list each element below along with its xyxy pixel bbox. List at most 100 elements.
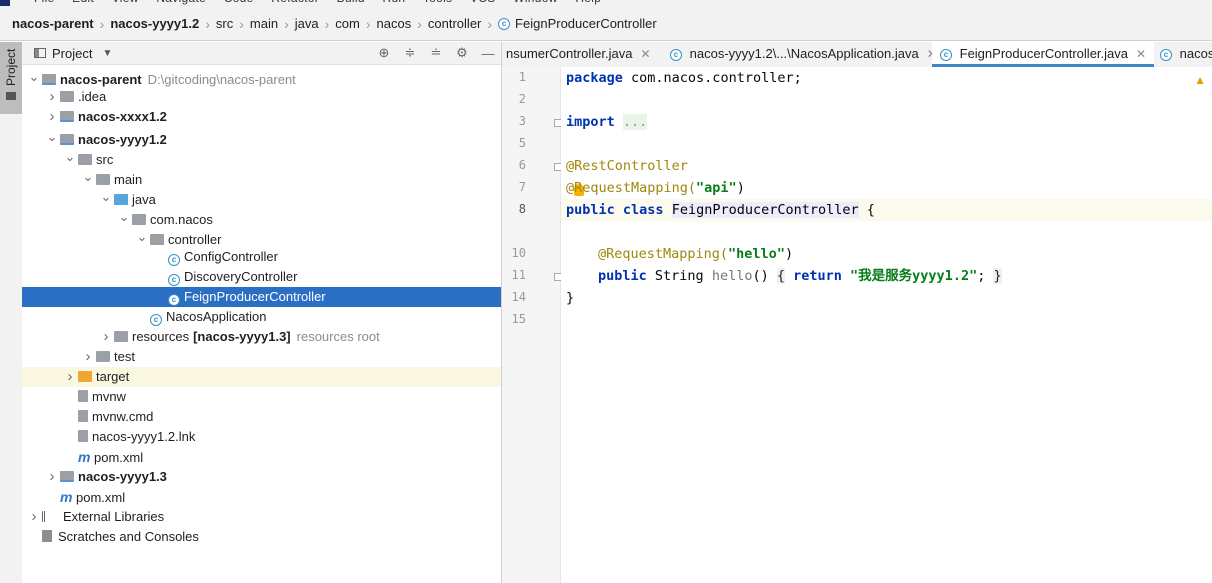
tree-item-label: nacos-yyyy1.3: [78, 469, 167, 484]
chevron-down-icon[interactable]: ▼: [102, 48, 112, 59]
gear-icon[interactable]: ⚙: [449, 45, 475, 61]
chevron-down-icon[interactable]: ⌄: [62, 147, 78, 167]
breadcrumb-java[interactable]: java: [295, 16, 319, 31]
tree-item[interactable]: › test: [22, 347, 501, 367]
tree-item[interactable]: Scratches and Consoles: [22, 527, 501, 547]
tree-item-label: FeignProducerController: [184, 289, 326, 304]
folded-imports[interactable]: ...: [622, 114, 648, 130]
code-token: ): [736, 180, 745, 196]
tree-item[interactable]: › nacos-xxxx1.2: [22, 107, 501, 127]
class-icon: c: [168, 254, 180, 266]
tree-item[interactable]: nacos-yyyy1.2.lnk: [22, 427, 501, 447]
menu-item-tools[interactable]: Tools: [423, 0, 470, 5]
editor-tabs: nsumerController.java ✕ c nacos-yyyy1.2\.…: [502, 42, 1212, 68]
tree-item[interactable]: m pom.xml: [22, 447, 501, 467]
tree-item[interactable]: c ConfigController: [22, 247, 501, 267]
breadcrumb-com[interactable]: com: [335, 16, 360, 31]
chevron-right-icon[interactable]: ›: [62, 367, 78, 387]
code-editor[interactable]: ▲ package com.nacos.controller; import .…: [561, 67, 1212, 583]
chevron-down-icon[interactable]: ⌄: [44, 127, 60, 147]
project-tool-tab-label: Project: [4, 48, 18, 86]
tab-feign-producer-controller[interactable]: c FeignProducerController.java ✕: [932, 42, 1154, 67]
code-line-14: }: [566, 287, 574, 309]
tab-label: nacos-yyyy1.2\...\NacosApplication.java: [689, 46, 919, 61]
close-icon[interactable]: ✕: [640, 47, 650, 61]
tab-consumer-controller[interactable]: nsumerController.java ✕: [502, 42, 662, 67]
tree-item[interactable]: ⌄ main: [22, 167, 501, 187]
menu-item-window[interactable]: Window: [513, 0, 575, 5]
collapse-all-icon[interactable]: ≐: [423, 45, 449, 61]
tab-nacos-application[interactable]: c nacos-yyyy1.2\...\NacosApplication.jav…: [662, 42, 937, 67]
tree-item[interactable]: ⌄ com.nacos: [22, 207, 501, 227]
chevron-down-icon[interactable]: ⌄: [134, 227, 150, 247]
breadcrumb-controller[interactable]: controller: [428, 16, 481, 31]
tree-item[interactable]: c NacosApplication: [22, 307, 501, 327]
breadcrumb-main[interactable]: main: [250, 16, 278, 31]
chevron-down-icon[interactable]: ⌄: [80, 167, 96, 187]
chevron-right-icon[interactable]: ›: [98, 327, 114, 347]
menu-item-view[interactable]: View: [112, 0, 157, 5]
project-tree[interactable]: ⌄ nacos-parent D:\gitcoding\nacos-parent ›.…: [22, 65, 501, 547]
locate-icon[interactable]: ⊕: [371, 45, 397, 61]
menu-item-file[interactable]: File: [34, 0, 72, 5]
chevron-down-icon[interactable]: ⌄: [116, 207, 132, 227]
editor-gutter[interactable]: 1 2 3 5 6 7 8 10 11 14 15: [502, 67, 562, 583]
tree-item[interactable]: ⌄ controller: [22, 227, 501, 247]
tree-item[interactable]: ⌄ src: [22, 147, 501, 167]
chevron-down-icon[interactable]: ⌄: [98, 187, 114, 207]
chevron-right-icon[interactable]: ›: [80, 347, 96, 367]
close-icon[interactable]: ✕: [1136, 47, 1146, 61]
code-line-8: public class FeignProducerController {: [566, 199, 875, 221]
tree-item[interactable]: ⌄ nacos-yyyy1.2: [22, 127, 501, 147]
menu-item-refactor[interactable]: Refactor: [271, 0, 336, 5]
tree-item[interactable]: m pom.xml: [22, 487, 501, 507]
tree-item[interactable]: ⌄ java: [22, 187, 501, 207]
tree-item[interactable]: c FeignProducerController: [22, 287, 501, 307]
menu-items[interactable]: File Edit View Navigate Code Refactor Bu…: [34, 0, 601, 5]
menu-item-edit[interactable]: Edit: [72, 0, 112, 5]
menu-item-run[interactable]: Run: [382, 0, 422, 5]
code-token: (): [752, 268, 777, 284]
tree-item[interactable]: mvnw: [22, 387, 501, 407]
menu-item-help[interactable]: Help: [575, 0, 601, 5]
breadcrumb-src[interactable]: src: [216, 16, 233, 31]
breadcrumb-separator-icon: ›: [487, 15, 493, 32]
chevron-right-icon[interactable]: ›: [44, 467, 60, 487]
project-panel-title[interactable]: Project: [52, 46, 92, 61]
breadcrumb-separator-icon: ›: [365, 15, 371, 32]
menu-item-code[interactable]: Code: [224, 0, 272, 5]
tree-item-label: main: [114, 172, 143, 187]
tree-item-label: nacos-parent: [60, 72, 142, 87]
navigation-bar: nacos-parent › nacos-yyyy1.2 › src › mai…: [0, 7, 1212, 41]
tab-nacos[interactable]: c nacos: [1154, 42, 1212, 67]
menu-item-vcs[interactable]: VCS: [470, 0, 513, 5]
breadcrumb-class[interactable]: FeignProducerController: [515, 16, 657, 31]
minimize-icon[interactable]: —: [475, 46, 501, 61]
project-tool-tab[interactable]: Project: [0, 42, 22, 114]
tree-item[interactable]: mvnw.cmd: [22, 407, 501, 427]
breadcrumb-nacos-parent[interactable]: nacos-parent: [12, 16, 94, 31]
tree-item[interactable]: › .idea: [22, 87, 501, 107]
chevron-down-icon[interactable]: ⌄: [26, 67, 42, 87]
tree-item[interactable]: c DiscoveryController: [22, 267, 501, 287]
chevron-right-icon[interactable]: ›: [26, 507, 42, 527]
maven-icon: m: [60, 489, 73, 505]
tree-item[interactable]: › External Libraries: [22, 507, 501, 527]
menu-item-build[interactable]: Build: [337, 0, 383, 5]
line-number: 2: [518, 92, 526, 106]
tree-item[interactable]: › target: [22, 367, 501, 387]
breadcrumb-nacos[interactable]: nacos: [377, 16, 412, 31]
breadcrumb-module[interactable]: nacos-yyyy1.2: [110, 16, 199, 31]
tree-item-hint: D:\gitcoding\nacos-parent: [147, 72, 296, 87]
tree-item-label: java: [132, 192, 156, 207]
chevron-right-icon[interactable]: ›: [44, 87, 60, 107]
tree-item-label: nacos-yyyy1.2.lnk: [92, 429, 196, 444]
warning-icon[interactable]: ▲: [1194, 73, 1206, 87]
tree-item[interactable]: › nacos-yyyy1.3: [22, 467, 501, 487]
tree-item[interactable]: ⌄ nacos-parent D:\gitcoding\nacos-parent: [22, 67, 501, 87]
expand-all-icon[interactable]: ≑: [397, 45, 423, 61]
chevron-right-icon[interactable]: ›: [44, 107, 60, 127]
line-number: 11: [511, 268, 526, 282]
menu-item-navigate[interactable]: Navigate: [156, 0, 223, 5]
tree-item[interactable]: › resources [nacos-yyyy1.3] resources root: [22, 327, 501, 347]
